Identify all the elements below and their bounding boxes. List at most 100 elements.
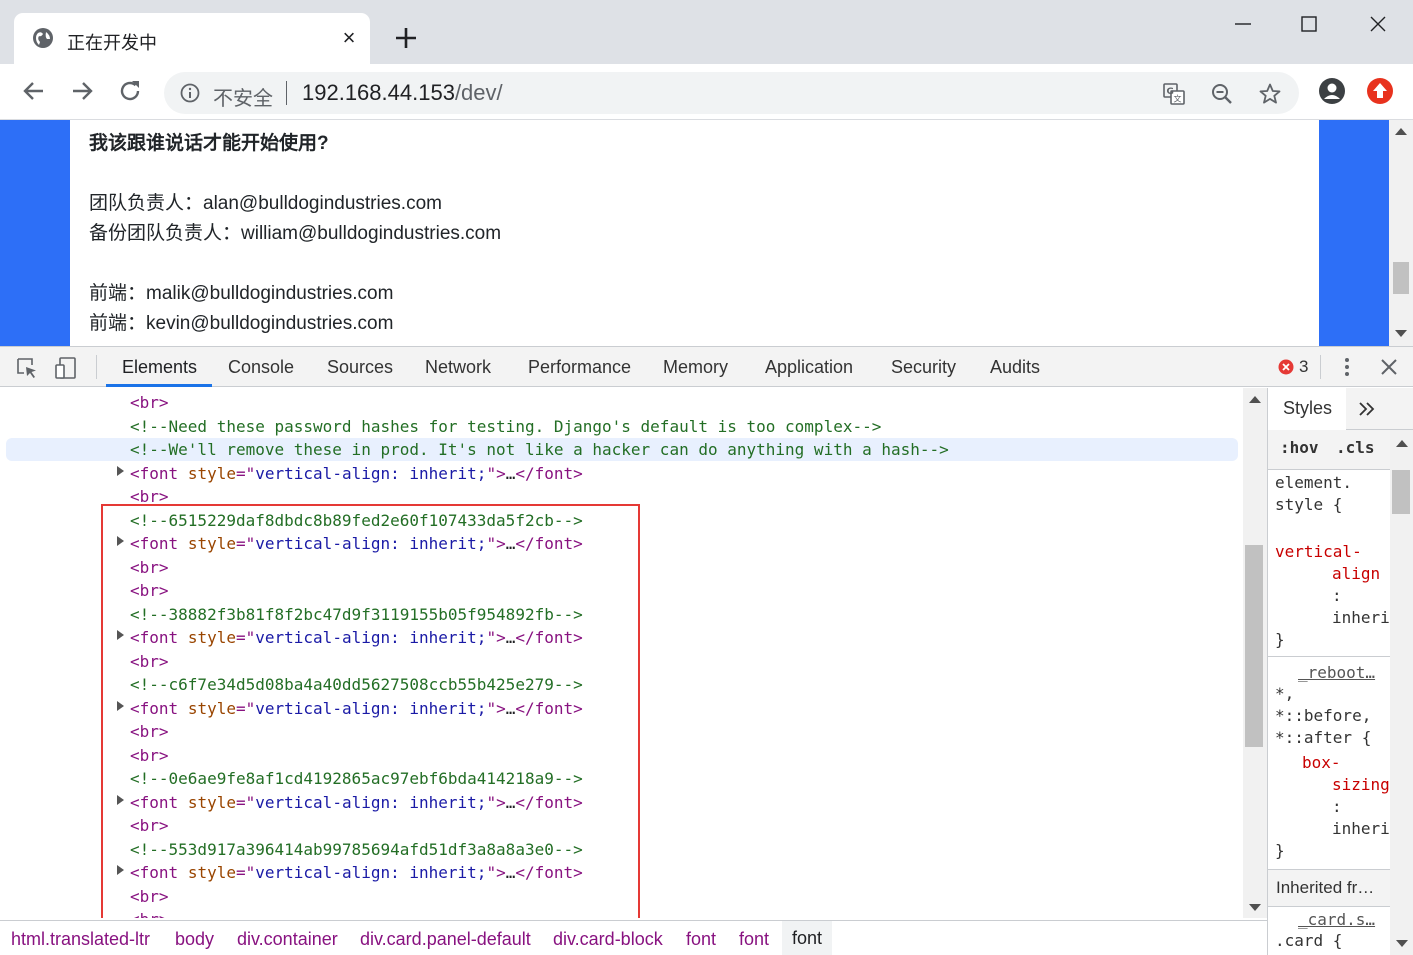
devtools-tab-bar: Elements Console Sources Network Perform… xyxy=(0,347,1413,387)
tab-memory[interactable]: Memory xyxy=(663,357,728,378)
font-tag: <font xyxy=(130,464,179,483)
styles-scrollbar[interactable] xyxy=(1390,430,1413,955)
comment-node: <!--Need these password hashes for testi… xyxy=(130,417,882,436)
style-selector: *::after { xyxy=(1275,728,1372,747)
scroll-down-icon[interactable] xyxy=(1395,330,1407,337)
tab-console[interactable]: Console xyxy=(228,357,294,378)
browser-tab[interactable]: 正在开发中 × xyxy=(14,13,370,64)
crumb-font[interactable]: font xyxy=(686,929,716,950)
elements-scrollbar[interactable] xyxy=(1243,388,1267,918)
content-card: 我该跟谁说话才能开始使用? 团队负责人：alan@bulldogindustri… xyxy=(70,120,1319,346)
stylesheet-link[interactable]: _card.s… xyxy=(1298,910,1375,929)
scrollbar-thumb[interactable] xyxy=(1392,470,1410,514)
style-colon: : xyxy=(1332,797,1342,816)
address-bar[interactable]: 不安全 192.168.44.153/dev/ G 文 xyxy=(164,72,1299,114)
globe-icon xyxy=(33,28,53,48)
style-selector: element. xyxy=(1275,473,1353,492)
zoom-out-icon[interactable] xyxy=(1210,82,1234,106)
crumb-div-card-block[interactable]: div.card-block xyxy=(553,929,663,950)
minimize-icon[interactable] xyxy=(1228,10,1258,38)
scroll-up-icon[interactable] xyxy=(1396,440,1408,447)
page-heading: 我该跟谁说话才能开始使用? xyxy=(89,133,329,154)
forward-arrow-icon[interactable] xyxy=(67,76,97,106)
url-path: /dev/ xyxy=(454,80,503,105)
styles-pane: Styles :hov .cls element. style { vertic… xyxy=(1267,388,1413,955)
elements-tree[interactable]: <br> <!--Need these password hashes for … xyxy=(0,388,1243,918)
window-close-icon[interactable] xyxy=(1363,10,1393,38)
style-value[interactable]: inheri xyxy=(1332,608,1390,627)
inspect-element-icon[interactable] xyxy=(15,356,39,380)
tree-node[interactable]: <br> xyxy=(0,391,1243,414)
style-property[interactable]: box- xyxy=(1302,753,1341,772)
crumb-font[interactable]: font xyxy=(739,929,769,950)
attr-end: "> xyxy=(486,464,506,483)
url-text[interactable]: 192.168.44.153/dev/ xyxy=(302,80,503,106)
page-scrollbar[interactable] xyxy=(1389,120,1413,346)
back-arrow-icon[interactable] xyxy=(19,76,49,106)
maximize-icon[interactable] xyxy=(1294,10,1324,38)
stylesheet-link[interactable]: _reboot… xyxy=(1298,663,1375,682)
tree-node[interactable]: <!--Need these password hashes for testi… xyxy=(0,415,1243,438)
error-icon[interactable] xyxy=(1278,359,1294,375)
comment-node: <!--We'll remove these in prod. It's not… xyxy=(130,440,949,459)
scroll-down-icon[interactable] xyxy=(1396,940,1408,947)
style-colon: : xyxy=(1332,586,1342,605)
attr-name: style xyxy=(187,464,236,483)
hover-toggle[interactable]: :hov xyxy=(1280,438,1319,457)
translate-icon[interactable]: G 文 xyxy=(1162,82,1186,106)
contact-line: 备份团队负责人：william@bulldogindustries.com xyxy=(89,223,502,244)
reload-icon[interactable] xyxy=(115,76,145,106)
tab-performance[interactable]: Performance xyxy=(528,357,631,378)
font-close-tag: </font> xyxy=(515,464,583,483)
chevron-double-right-icon[interactable] xyxy=(1356,398,1378,420)
collapsed-dots[interactable]: … xyxy=(506,464,516,483)
style-property[interactable]: align xyxy=(1332,564,1380,583)
contact-line: 团队负责人：alan@bulldogindustries.com xyxy=(89,193,442,214)
crumb-body[interactable]: body xyxy=(175,929,214,950)
new-tab-icon[interactable] xyxy=(392,24,420,52)
scrollbar-thumb[interactable] xyxy=(1393,262,1409,294)
tab-close-icon[interactable]: × xyxy=(339,27,359,49)
crumb-html[interactable]: html.translated-ltr xyxy=(11,929,150,950)
tab-elements[interactable]: Elements xyxy=(122,357,197,378)
scroll-down-icon[interactable] xyxy=(1249,904,1261,911)
style-value[interactable]: inheri xyxy=(1332,819,1390,838)
tab-title: 正在开发中 xyxy=(67,33,157,53)
close-devtools-icon[interactable] xyxy=(1378,355,1400,379)
profile-avatar-icon[interactable] xyxy=(1318,77,1346,105)
device-toolbar-icon[interactable] xyxy=(54,356,78,380)
contact-line: 前端：malik@bulldogindustries.com xyxy=(89,283,394,304)
style-selector: style { xyxy=(1275,495,1343,514)
class-toggle[interactable]: .cls xyxy=(1336,438,1375,457)
crumb-div-container[interactable]: div.container xyxy=(237,929,338,950)
toolbar-divider xyxy=(96,355,97,379)
tab-sources[interactable]: Sources xyxy=(327,357,393,378)
tab-network[interactable]: Network xyxy=(425,357,491,378)
contact-line: 前端：kevin@bulldogindustries.com xyxy=(89,313,394,334)
tab-application[interactable]: Application xyxy=(765,357,853,378)
style-property[interactable]: vertical- xyxy=(1275,542,1362,561)
info-icon[interactable] xyxy=(180,83,200,103)
scroll-up-icon[interactable] xyxy=(1249,396,1261,403)
more-options-icon[interactable] xyxy=(1337,355,1357,379)
error-count[interactable]: 3 xyxy=(1299,357,1308,377)
update-icon[interactable] xyxy=(1366,77,1394,105)
address-separator xyxy=(286,81,287,105)
tab-strip: 正在开发中 × xyxy=(0,0,1413,64)
tree-node[interactable]: <font style="vertical-align: inherit;">…… xyxy=(0,462,1243,485)
tab-security[interactable]: Security xyxy=(891,357,956,378)
style-property[interactable]: sizing xyxy=(1332,775,1390,794)
bookmark-star-icon[interactable] xyxy=(1258,82,1282,106)
tree-node-selected[interactable]: <!--We'll remove these in prod. It's not… xyxy=(6,438,1238,461)
crumb-font-selected[interactable]: font xyxy=(782,921,833,955)
scroll-up-icon[interactable] xyxy=(1395,128,1407,135)
style-brace: } xyxy=(1275,841,1285,860)
scrollbar-thumb[interactable] xyxy=(1245,545,1263,747)
crumb-div-card[interactable]: div.card.panel-default xyxy=(360,929,531,950)
tab-styles[interactable]: Styles xyxy=(1268,388,1346,430)
tab-audits[interactable]: Audits xyxy=(990,357,1040,378)
browser-toolbar: 不安全 192.168.44.153/dev/ G 文 xyxy=(0,64,1413,120)
attr-eq: =" xyxy=(235,464,256,483)
style-selector: *, xyxy=(1275,684,1295,703)
security-label[interactable]: 不安全 xyxy=(213,82,273,111)
